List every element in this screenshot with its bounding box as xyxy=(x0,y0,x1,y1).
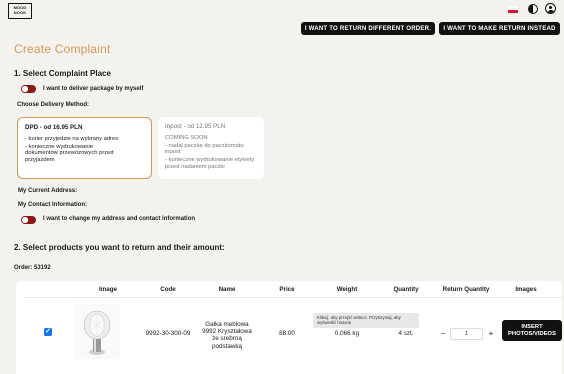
product-name-line: ze srebrną xyxy=(212,335,242,343)
contact-info-label: My Contact Information: xyxy=(18,202,87,208)
product-name-line: 9992 Kryształowa xyxy=(202,328,252,336)
product-image xyxy=(74,303,120,359)
table-header-divider xyxy=(24,297,562,298)
current-address-label: My Current Address: xyxy=(18,188,78,194)
user-account-icon[interactable] xyxy=(545,3,556,14)
delivery-option-inpost[interactable]: Inpost - od 12.95 PLN COMING SOON - nada… xyxy=(158,117,264,179)
column-header-images: Images xyxy=(515,286,537,293)
product-code: 9992-30-300-09 xyxy=(145,330,191,337)
order-number: Order: 53192 xyxy=(14,265,51,271)
inpost-line: - konieczne wydrukowanie etykiety xyxy=(165,157,255,164)
delivery-option-dpd[interactable]: DPD - od 16.95 PLN - kurier przyjedzie n… xyxy=(17,117,152,179)
insert-button-line1: INSERT xyxy=(521,323,543,330)
tooltip-line2: wyświetlić historię xyxy=(317,320,352,325)
product-weight: 0.066 kg xyxy=(334,330,360,337)
deliver-myself-toggle[interactable] xyxy=(21,85,36,93)
column-header-price: Price xyxy=(279,286,295,293)
product-name: Gałka meblowa 9992 Kryształowa ze srebrn… xyxy=(202,321,252,350)
inpost-line: przed nadaniem paczki xyxy=(165,163,225,170)
contrast-icon[interactable] xyxy=(528,4,538,14)
brand-logo[interactable]: MOOD NOOK xyxy=(8,3,32,19)
inpost-line: COMING SOON xyxy=(165,135,208,141)
column-header-image: Image xyxy=(99,286,117,293)
product-name-line: podstawką xyxy=(211,342,243,350)
change-address-toggle[interactable] xyxy=(21,216,36,224)
column-header-code: Code xyxy=(160,286,176,293)
column-header-quantity: Quantity xyxy=(393,286,419,293)
page-title: Create Complaint xyxy=(14,42,111,56)
change-address-label: I want to change my address and contact … xyxy=(43,216,196,222)
return-different-order-button[interactable]: I WANT TO RETURN DIFFERENT ORDER. xyxy=(301,22,435,35)
products-table: Image Code Name Price Weight Quantity Re… xyxy=(16,281,562,374)
return-quantity-input[interactable]: 1 xyxy=(450,328,483,340)
logo-text-line2: NOOK xyxy=(13,10,27,16)
delivery-method-heading: Choose Delivery Method: xyxy=(17,102,90,108)
product-price: 88.00 xyxy=(279,330,295,337)
deliver-myself-label: I want to deliver package by myself xyxy=(43,86,144,92)
product-select-checkbox[interactable]: ✓ xyxy=(44,328,52,336)
back-button-tooltip: Kliknij, aby przejść wstecz. Przytrzymaj… xyxy=(313,313,419,328)
poland-flag-icon[interactable] xyxy=(508,6,518,13)
product-name-line: Gałka meblowa xyxy=(205,321,249,328)
section-heading-complaint-place: 1. Select Complaint Place xyxy=(14,69,111,78)
column-header-weight: Weight xyxy=(336,286,358,293)
column-header-return-quantity: Return Quantity xyxy=(442,286,490,293)
column-header-name: Name xyxy=(218,286,236,293)
insert-button-line2: PHOTOS/VIDEOS xyxy=(508,330,556,337)
decrease-quantity-button[interactable]: − xyxy=(441,329,446,338)
dpd-line: - kurier przyjedzie na wybrany adres xyxy=(25,136,119,142)
section-heading-select-products: 2. Select products you want to return an… xyxy=(14,243,225,252)
product-quantity: 4 szt. xyxy=(398,330,414,337)
dpd-line: przyjazdem xyxy=(25,156,55,163)
inpost-line: - nadaj paczkę do paczkomatu inpost xyxy=(165,142,244,156)
increase-quantity-button[interactable]: + xyxy=(489,329,494,338)
make-return-instead-button[interactable]: I WANT TO MAKE RETURN INSTEAD xyxy=(439,22,560,35)
insert-photos-videos-button[interactable]: INSERT PHOTOS/VIDEOS xyxy=(502,320,562,341)
dpd-title: DPD - od 16.95 PLN xyxy=(25,124,83,131)
inpost-title: Inpost - od 12.95 PLN xyxy=(165,123,226,130)
